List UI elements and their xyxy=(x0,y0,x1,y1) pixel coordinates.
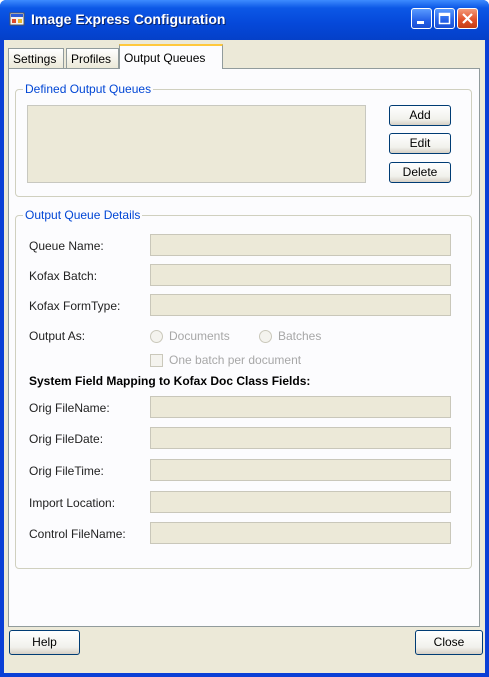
tab-output-queues[interactable]: Output Queues xyxy=(119,44,223,69)
title-bar[interactable]: Image Express Configuration xyxy=(0,0,489,40)
import-location-field[interactable] xyxy=(150,491,451,513)
orig-filetime-field[interactable] xyxy=(150,459,451,481)
orig-filename-label: Orig FileName: xyxy=(29,401,110,415)
tab-profiles[interactable]: Profiles xyxy=(66,48,119,68)
control-filename-field[interactable] xyxy=(150,522,451,544)
close-window-button[interactable] xyxy=(457,8,478,29)
kofax-formtype-field[interactable] xyxy=(150,294,451,316)
maximize-icon xyxy=(438,12,451,25)
add-button[interactable]: Add xyxy=(389,105,451,126)
delete-button[interactable]: Delete xyxy=(389,162,451,183)
batches-radio[interactable] xyxy=(259,330,272,343)
mapping-heading: System Field Mapping to Kofax Doc Class … xyxy=(29,374,311,388)
import-location-label: Import Location: xyxy=(29,496,116,510)
defined-output-queues-legend: Defined Output Queues xyxy=(23,82,154,96)
output-queue-details-group: Output Queue Details Queue Name: Kofax B… xyxy=(15,208,472,569)
control-filename-label: Control FileName: xyxy=(29,527,126,541)
close-button[interactable]: Close xyxy=(415,630,483,655)
app-icon xyxy=(9,12,25,26)
documents-radio[interactable] xyxy=(150,330,163,343)
orig-filetime-label: Orig FileTime: xyxy=(29,464,104,478)
tab-settings[interactable]: Settings xyxy=(8,48,64,68)
documents-radio-label: Documents xyxy=(169,329,230,343)
orig-filedate-label: Orig FileDate: xyxy=(29,432,104,446)
close-icon xyxy=(462,13,473,24)
output-queues-list[interactable] xyxy=(27,105,366,183)
output-queues-panel: Defined Output Queues Add Edit Delete Ou… xyxy=(8,68,480,627)
queue-name-label: Queue Name: xyxy=(29,239,104,253)
edit-button[interactable]: Edit xyxy=(389,133,451,154)
help-button[interactable]: Help xyxy=(9,630,80,655)
window-title: Image Express Configuration xyxy=(31,11,226,27)
output-as-label: Output As: xyxy=(29,329,86,343)
defined-output-queues-group: Defined Output Queues Add Edit Delete xyxy=(15,82,472,197)
kofax-batch-field[interactable] xyxy=(150,264,451,286)
kofax-formtype-label: Kofax FormType: xyxy=(29,299,121,313)
minimize-button[interactable] xyxy=(411,8,432,29)
kofax-batch-label: Kofax Batch: xyxy=(29,269,98,283)
batches-radio-label: Batches xyxy=(278,329,322,343)
queue-name-field[interactable] xyxy=(150,234,451,256)
client-area: Settings Profiles Output Queues Defined … xyxy=(4,40,485,673)
app-window: Image Express Configuration Settings Pro… xyxy=(0,0,489,677)
orig-filename-field[interactable] xyxy=(150,396,451,418)
maximize-button[interactable] xyxy=(434,8,455,29)
orig-filedate-field[interactable] xyxy=(150,427,451,449)
one-batch-checkbox[interactable] xyxy=(150,354,163,367)
output-queue-details-legend: Output Queue Details xyxy=(23,208,143,222)
minimize-icon xyxy=(417,21,424,24)
one-batch-checkbox-label: One batch per document xyxy=(169,353,302,367)
